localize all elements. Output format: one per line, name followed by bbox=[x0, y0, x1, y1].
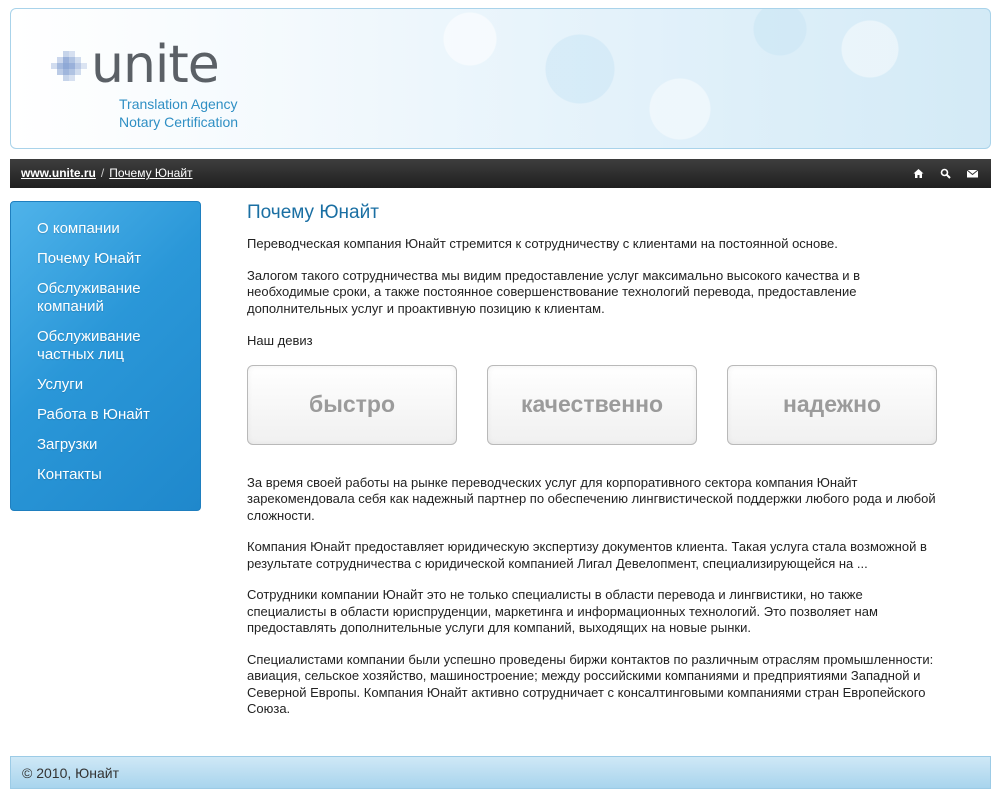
sidebar-item-about[interactable]: О компании bbox=[11, 220, 200, 250]
legal-paragraph: Компания Юнайт предоставляет юридическую… bbox=[247, 539, 927, 571]
sidebar-menu: О компании Почему Юнайт Обслуживание ком… bbox=[10, 201, 201, 511]
breadcrumb-separator: / bbox=[100, 166, 105, 180]
sidebar-item-corporate-service[interactable]: Обслуживание компаний bbox=[11, 280, 200, 328]
site-header: unite Translation Agency Notary Certific… bbox=[10, 8, 991, 149]
quality-paragraph: Залогом такого сотрудничества мы видим п… bbox=[247, 267, 861, 316]
sidebar-item-downloads[interactable]: Загрузки bbox=[11, 436, 200, 466]
contacts-exchange-paragraph: Специалистами компании были успешно пров… bbox=[247, 651, 934, 717]
copyright-text: © 2010, Юнайт bbox=[22, 765, 120, 781]
toolbar-icons bbox=[912, 167, 979, 180]
motto-box-fast: быстро bbox=[247, 364, 457, 445]
reputation-paragraph: За время своей работы на рынке переводче… bbox=[247, 474, 936, 523]
logo-tagline: Translation Agency Notary Certification bbox=[119, 95, 238, 131]
motto-box-reliable: надежно bbox=[727, 364, 937, 445]
tagline-line-1: Translation Agency bbox=[119, 96, 238, 112]
tagline-line-2: Notary Certification bbox=[119, 114, 239, 130]
main-content: Почему Юнайт Переводческая компания Юнай… bbox=[247, 200, 937, 718]
logo-mark-icon bbox=[51, 51, 87, 81]
sidebar-item-careers[interactable]: Работа в Юнайт bbox=[11, 406, 200, 436]
search-icon[interactable] bbox=[939, 167, 952, 180]
sidebar-item-contacts[interactable]: Контакты bbox=[11, 466, 200, 496]
motto-label: Наш девиз bbox=[247, 333, 313, 348]
breadcrumb-current-link[interactable]: Почему Юнайт bbox=[109, 166, 192, 180]
page-title: Почему Юнайт bbox=[247, 202, 379, 223]
home-icon[interactable] bbox=[912, 167, 925, 180]
site-footer: © 2010, Юнайт bbox=[10, 756, 991, 789]
breadcrumb: www.unite.ru / Почему Юнайт bbox=[21, 166, 193, 180]
motto-box-quality: качественно bbox=[487, 364, 697, 445]
motto-boxes: быстро качественно надежно bbox=[247, 364, 937, 445]
sidebar-item-why-unite[interactable]: Почему Юнайт bbox=[11, 250, 200, 280]
mail-icon[interactable] bbox=[966, 167, 979, 180]
intro-paragraph: Переводческая компания Юнайт стремится к… bbox=[247, 236, 838, 251]
logo-wordmark: unite bbox=[91, 35, 220, 95]
sidebar-item-private-service[interactable]: Обслуживание частных лиц bbox=[11, 328, 200, 376]
puzzle-background bbox=[350, 9, 990, 148]
breadcrumb-home-link[interactable]: www.unite.ru bbox=[21, 166, 96, 180]
top-nav-bar: www.unite.ru / Почему Юнайт bbox=[10, 159, 991, 188]
sidebar-item-services[interactable]: Услуги bbox=[11, 376, 200, 406]
staff-paragraph: Сотрудники компании Юнайт это не только … bbox=[247, 587, 878, 635]
